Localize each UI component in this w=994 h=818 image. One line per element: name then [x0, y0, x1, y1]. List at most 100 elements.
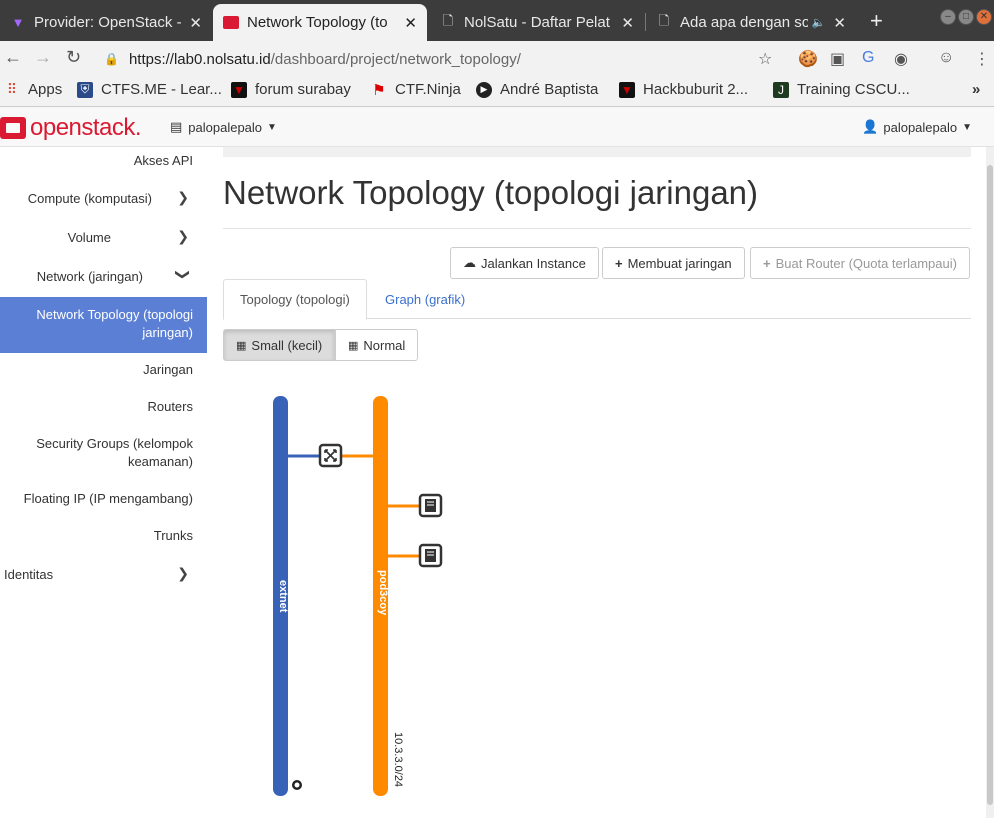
forum-logo-icon: ▼ — [231, 81, 247, 98]
apps-grid-icon: ⠿ — [6, 81, 18, 97]
logo-text: openstack. — [30, 114, 142, 141]
small-size-toggle[interactable]: ▦ Small (kecil) — [223, 329, 336, 361]
sidebar-item-label: Identitas — [4, 567, 54, 582]
create-network-button[interactable]: + Membuat jaringan — [602, 247, 745, 279]
cookie-icon[interactable]: 🍪 — [798, 49, 818, 69]
tab-label: Graph (grafik) — [385, 291, 466, 307]
sidebar-item-label: Akses API — [133, 153, 193, 168]
bookmark-apps[interactable]: ⠿ Apps — [4, 81, 62, 98]
page-icon: 🗋 — [442, 12, 454, 28]
sidebar-item-volume[interactable]: Volume ❯ — [0, 226, 207, 252]
network-name-label: pod3coy — [377, 570, 389, 616]
browser-tab-2[interactable]: Network Topology (to ✕ — [213, 4, 427, 41]
router-icon[interactable] — [318, 443, 343, 468]
sidebar-item-network[interactable]: Network (jaringan) ❯ — [0, 265, 207, 291]
globe-icon-center — [294, 782, 300, 788]
tab-topology[interactable]: Topology (topologi) — [223, 279, 367, 320]
sidebar-item-trunks[interactable]: Trunks — [0, 527, 207, 549]
forum-logo-icon: ▼ — [619, 81, 635, 98]
back-arrow-icon[interactable]: ← — [4, 47, 22, 68]
url-path: /dashboard/project/network_topology/ — [270, 50, 521, 68]
translate-icon[interactable]: G — [862, 49, 874, 67]
bookmark-ctfs[interactable]: ⛨ CTFS.ME - Lear... — [77, 81, 222, 98]
page-scrollbar-thumb[interactable] — [987, 165, 993, 805]
sidebar-item-routers[interactable]: Routers — [0, 398, 207, 420]
user-icon: 👤 — [862, 119, 879, 134]
instance-server-icon[interactable] — [418, 543, 443, 568]
menu-kebab-icon[interactable]: ⋮ — [974, 49, 990, 69]
page-icon: 🗋 — [658, 12, 670, 28]
project-selector[interactable]: ▤ palopalepalo ▼ — [170, 119, 277, 135]
j-logo-icon: J — [773, 81, 789, 98]
tab-label: Topology (topologi) — [240, 292, 350, 307]
button-label: Normal — [363, 337, 406, 353]
sidebar-item-label: Compute (komputasi) — [27, 191, 152, 206]
play-circle-icon: ▶ — [476, 81, 492, 98]
caret-down-icon: ▼ — [267, 121, 277, 133]
sidebar-item-label: Volume — [67, 230, 111, 245]
chevron-right-icon: ❯ — [177, 565, 189, 581]
launch-instance-button[interactable]: ☁ Jalankan Instance — [450, 247, 599, 279]
address-bar[interactable]: 🔒 https://lab0.nolsatu.id/dashboard/proj… — [104, 46, 521, 72]
sidebar: Akses API Compute (komputasi) ❯ Volume ❯… — [0, 147, 207, 818]
sidebar-item-label: Network Topology (topologi jaringan) — [36, 307, 193, 340]
tab-graph[interactable]: Graph (grafik) — [369, 279, 481, 319]
bookmark-forum[interactable]: ▼ forum surabay — [231, 81, 351, 98]
bookmark-ctfninja[interactable]: ⚑ CTF.Ninja — [371, 81, 461, 99]
network-topology-canvas: extnet pod3coy 10.3.3.0/24 — [273, 396, 443, 796]
sidebar-item-label: Network (jaringan) — [36, 269, 143, 284]
minimize-icon[interactable]: – — [940, 9, 956, 25]
sidebar-item-label: Floating IP (IP mengambang) — [23, 491, 193, 506]
sidebar-item-networks[interactable]: Jaringan — [0, 361, 207, 383]
bookmark-label: Training CSCU... — [797, 81, 910, 98]
close-icon[interactable]: ✕ — [621, 14, 634, 32]
normal-size-toggle[interactable]: ▦ Normal — [335, 329, 419, 361]
browser-tab-1[interactable]: ▼ Provider: OpenStack - ✕ — [0, 4, 212, 41]
bookmark-label: Hackbuburit 2... — [643, 81, 749, 98]
project-icon: ▤ — [170, 119, 183, 134]
network-name-label: extnet — [277, 580, 289, 613]
browser-tab-3[interactable]: 🗋 NolSatu - Daftar Pelat ✕ — [430, 4, 644, 41]
shield-icon: ⛨ — [77, 81, 93, 98]
star-icon[interactable]: ☆ — [758, 49, 772, 69]
extension-icon[interactable]: ▣ — [830, 49, 845, 69]
profile-avatar-icon[interactable]: ☺ — [938, 49, 954, 67]
bookmark-andre[interactable]: ▶ André Baptista — [476, 81, 598, 98]
breadcrumb — [223, 147, 971, 157]
project-name: palopalepalo — [188, 119, 263, 135]
maximize-icon[interactable]: □ — [958, 9, 974, 25]
openstack-logo-icon — [0, 117, 26, 139]
reload-icon[interactable]: ↻ — [66, 47, 81, 68]
close-icon[interactable]: ✕ — [189, 14, 202, 32]
caret-down-icon: ▼ — [962, 121, 972, 133]
sidebar-item-api-access[interactable]: Akses API — [0, 152, 207, 174]
new-tab-button[interactable]: + — [870, 8, 883, 34]
sidebar-item-identity[interactable]: Identitas ❯ — [0, 563, 207, 589]
create-router-button[interactable]: + Buat Router (Quota terlampaui) — [750, 247, 970, 279]
close-window-icon[interactable]: ✕ — [976, 9, 992, 25]
sidebar-item-compute[interactable]: Compute (komputasi) ❯ — [0, 187, 207, 213]
bookmark-training[interactable]: J Training CSCU... — [773, 81, 910, 98]
sidebar-item-security-groups[interactable]: Security Groups (kelompok keamanan) — [0, 435, 207, 475]
browser-tab-title: Provider: OpenStack - — [34, 14, 182, 31]
sidebar-item-label: Routers — [147, 399, 193, 414]
sidebar-item-network-topology[interactable]: Network Topology (topologi jaringan) — [0, 297, 207, 353]
topology-tabs: Topology (topologi) Graph (grafik) — [223, 279, 971, 320]
close-icon[interactable]: ✕ — [404, 14, 417, 32]
button-label: Small (kecil) — [251, 337, 323, 353]
instance-server-icon[interactable] — [418, 493, 443, 518]
forward-arrow-icon[interactable]: → — [34, 47, 52, 68]
button-label: Membuat jaringan — [627, 255, 732, 271]
browser-tab-4[interactable]: 🗋 Ada apa dengan so 🔈 ✕ — [646, 4, 856, 41]
sidebar-item-floating-ips[interactable]: Floating IP (IP mengambang) — [0, 490, 207, 512]
chevron-down-icon: ❯ — [175, 268, 192, 281]
bookmark-label: André Baptista — [500, 81, 599, 98]
bookmarks-overflow-icon[interactable]: » — [972, 81, 980, 98]
circle-extension-icon[interactable]: ◉ — [894, 49, 908, 69]
browser-tab-title: Network Topology (to — [247, 14, 388, 31]
close-icon[interactable]: ✕ — [833, 14, 846, 32]
user-menu[interactable]: 👤 palopalepalo ▼ — [862, 119, 972, 135]
browser-tab-title: NolSatu - Daftar Pelat — [464, 14, 610, 31]
openstack-logo[interactable]: openstack. — [0, 114, 142, 142]
bookmark-hackbuburit[interactable]: ▼ Hackbuburit 2... — [619, 81, 748, 98]
